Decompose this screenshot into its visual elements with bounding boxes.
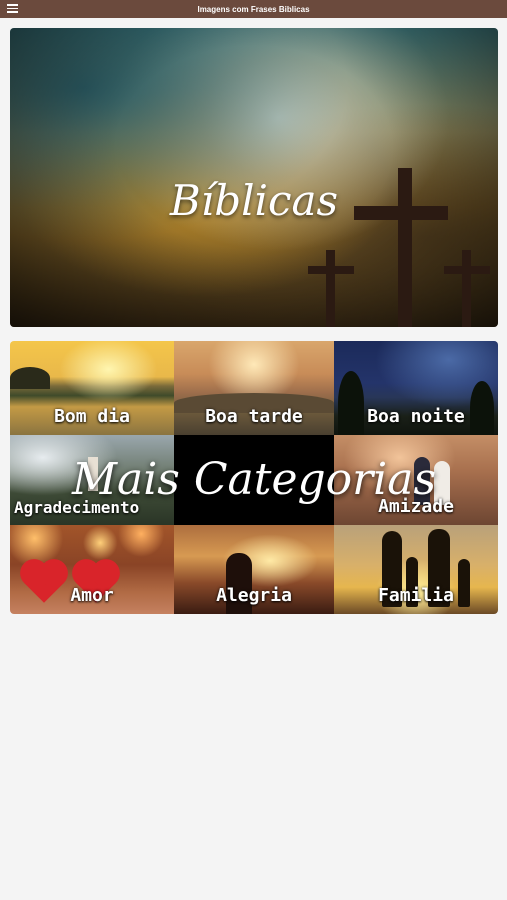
hamburger-menu-icon[interactable] bbox=[7, 4, 18, 14]
category-tile-amor[interactable]: Amor bbox=[10, 525, 174, 614]
app-title: Imagens com Frases Biblicas bbox=[197, 4, 310, 14]
category-label: Familia bbox=[378, 585, 454, 606]
category-tile-amizade[interactable]: Amizade bbox=[334, 435, 498, 525]
small-cross-right-beam bbox=[444, 266, 490, 274]
category-label: Boa noite bbox=[367, 406, 465, 427]
person-silhouette bbox=[88, 457, 98, 491]
app-top-bar: Imagens com Frases Biblicas bbox=[0, 0, 507, 18]
category-tile-bom-dia[interactable]: Bom dia bbox=[10, 341, 174, 435]
category-tile-familia[interactable]: Familia bbox=[334, 525, 498, 614]
small-cross-right-shape bbox=[462, 250, 471, 327]
category-tile-boa-noite[interactable]: Boa noite bbox=[334, 341, 498, 435]
category-label: Boa tarde bbox=[205, 406, 303, 427]
category-tile-agradecimento[interactable]: Agradecimento bbox=[10, 435, 174, 525]
category-label: Bom dia bbox=[54, 406, 130, 427]
category-tile-boa-tarde[interactable]: Boa tarde bbox=[174, 341, 334, 435]
hero-title: Bíblicas bbox=[169, 176, 339, 225]
category-tile-center[interactable] bbox=[174, 435, 334, 525]
small-cross-left-beam bbox=[308, 266, 354, 274]
category-grid: Bom dia Boa tarde Boa noite Agradeciment… bbox=[10, 341, 498, 614]
category-label: Agradecimento bbox=[14, 498, 140, 517]
category-label: Amor bbox=[70, 585, 114, 606]
tree-silhouette bbox=[10, 367, 50, 389]
category-label: Alegria bbox=[216, 585, 292, 606]
biblicas-hero-card[interactable]: Bíblicas bbox=[10, 28, 498, 327]
category-label: Amizade bbox=[378, 496, 454, 517]
category-tile-alegria[interactable]: Alegria bbox=[174, 525, 334, 614]
small-cross-left-shape bbox=[326, 250, 335, 327]
